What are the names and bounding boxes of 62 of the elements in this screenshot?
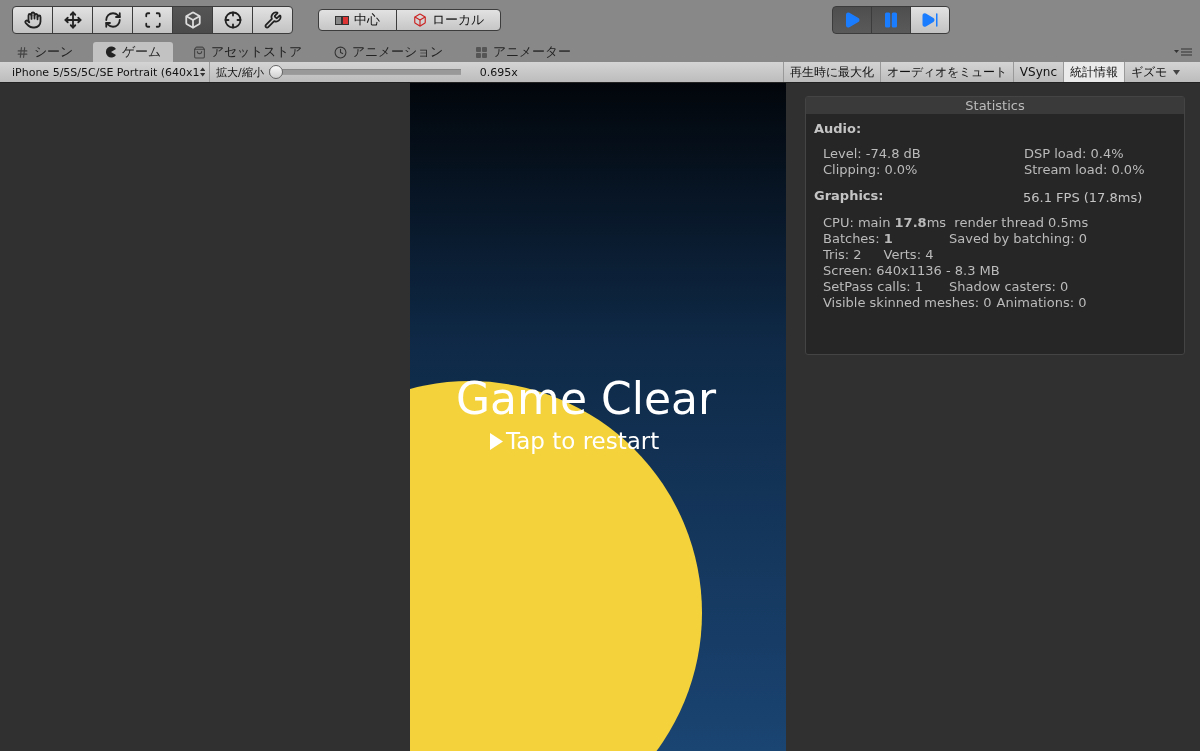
triangle-icon — [490, 432, 503, 450]
view-tab[interactable]: アセットストア — [181, 42, 314, 62]
scale-slider[interactable] — [268, 65, 461, 79]
stat-text: DSP load: 0.4% — [1024, 146, 1124, 162]
cube-icon — [413, 13, 427, 27]
scale-value: 0.695x — [479, 65, 518, 79]
scale-tool-icon — [143, 11, 162, 29]
stat-text: Clipping: 0.0% — [823, 162, 919, 178]
move-tool-icon — [63, 11, 82, 29]
tool-button[interactable] — [12, 6, 53, 34]
transform-tool-icon — [223, 11, 242, 29]
tool-button[interactable] — [52, 6, 93, 34]
stat-text: Saved by batching: 0 — [949, 231, 1087, 247]
slider-thumb[interactable] — [268, 65, 283, 79]
toolbar-toggle[interactable]: 統計情報 — [1063, 62, 1124, 82]
hand-tool-icon — [23, 11, 42, 29]
fps-text: 56.1 FPS (17.8ms) — [1023, 190, 1143, 205]
rotate-tool-icon — [103, 11, 122, 29]
tool-button[interactable] — [252, 6, 293, 34]
tool-button[interactable] — [132, 6, 173, 34]
pivot-toggle-button[interactable]: 中心 — [318, 9, 397, 31]
play-icon — [843, 11, 861, 29]
panel-title: Statistics — [806, 97, 1184, 114]
view-tab[interactable]: アニメーター — [463, 42, 583, 62]
menu-icon[interactable] — [1174, 48, 1192, 56]
view-tab[interactable]: アニメーション — [322, 42, 455, 62]
toolbar-toggle[interactable]: オーディオをミュート — [879, 62, 1013, 82]
step-icon — [921, 11, 939, 29]
stat-text: Shadow casters: 0 — [949, 279, 1069, 295]
tool-button[interactable] — [92, 6, 133, 34]
resolution-dropdown[interactable]: iPhone 5/5S/5C/SE Portrait (640x1 — [0, 62, 210, 82]
tool-button[interactable] — [212, 6, 253, 34]
scale-label: 拡大/縮小 — [216, 64, 264, 80]
stat-text: Stream load: 0.0% — [1024, 162, 1145, 178]
nodes-icon — [475, 45, 488, 59]
stat-text: Level: -74.8 dB — [823, 146, 922, 162]
stat-text: Tris: 2 — [823, 247, 862, 263]
pacman-icon — [105, 46, 117, 58]
view-tab[interactable]: シーン — [4, 42, 85, 62]
stat-text: Screen: 640x1136 - 8.3 MB — [823, 263, 1000, 279]
stat-text: CPU: main 17.8ms render thread 0.5ms — [823, 215, 1089, 231]
pause-icon — [882, 11, 900, 29]
section-heading: Audio: — [814, 121, 863, 136]
custom-tool-icon — [263, 11, 282, 29]
tool-button[interactable] — [172, 6, 213, 34]
stat-text: Animations: 0 — [996, 295, 1087, 311]
view-tab[interactable]: ゲーム — [93, 42, 173, 62]
pivot-icon — [335, 15, 349, 25]
pivot-toggle-button[interactable]: ローカル — [396, 9, 501, 31]
section-heading: Graphics: — [814, 188, 885, 205]
play-button[interactable] — [832, 6, 872, 34]
step-button[interactable] — [910, 6, 950, 34]
clock-icon — [334, 45, 347, 59]
stat-text: Visible skinned meshes: 0 — [823, 295, 992, 311]
stat-text: Batches: 1 — [823, 231, 894, 247]
stepper-icon — [199, 67, 205, 77]
bag-icon — [193, 45, 206, 59]
stat-text: SetPass calls: 1 — [823, 279, 925, 295]
stat-text: Verts: 4 — [883, 247, 934, 263]
grid-icon — [16, 45, 29, 59]
toolbar-toggle[interactable]: 再生時に最大化 — [782, 62, 880, 82]
toolbar-toggle[interactable]: ギズモ — [1124, 62, 1186, 82]
